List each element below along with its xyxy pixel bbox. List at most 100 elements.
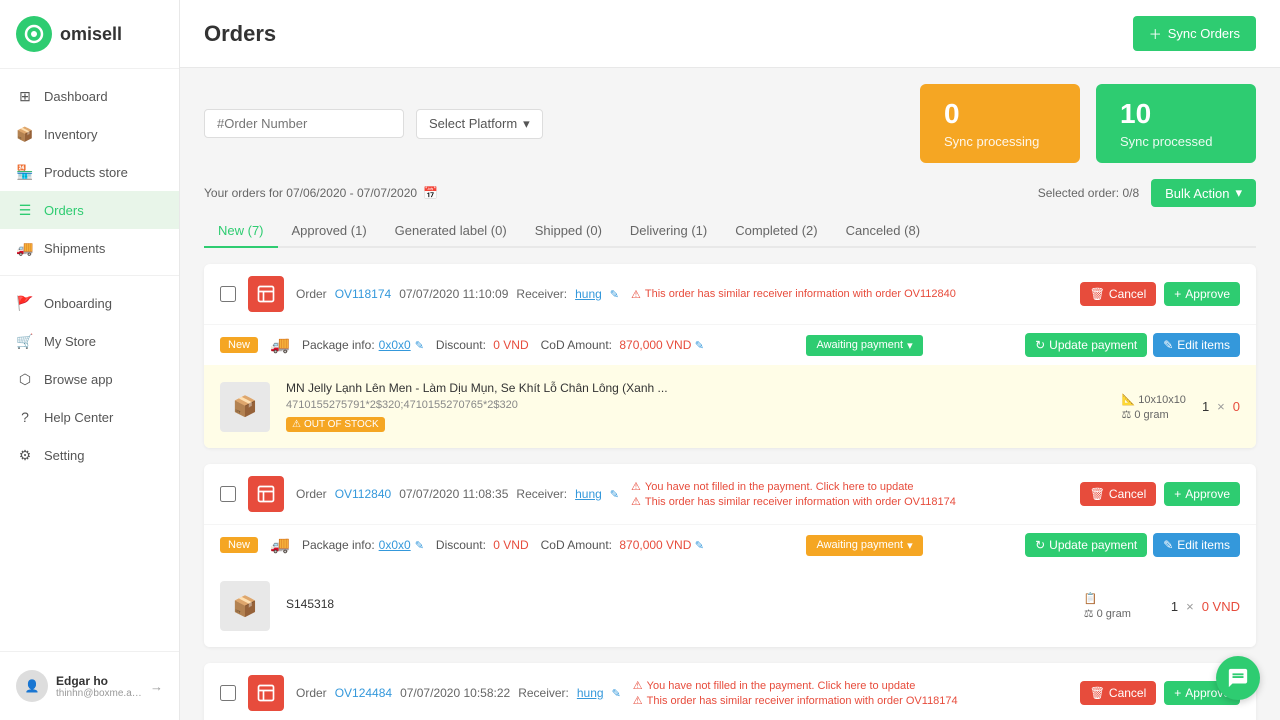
tab-new[interactable]: New (7)	[204, 215, 278, 248]
order-checkbox-2[interactable]	[220, 486, 236, 502]
package-info-link-2[interactable]: 0x0x0	[379, 538, 411, 552]
warning-icon-3b: ⚠	[633, 694, 643, 707]
sidebar-item-help-center[interactable]: ? Help Center	[0, 398, 179, 436]
package-info-link-1[interactable]: 0x0x0	[379, 338, 411, 352]
payment-badge-1[interactable]: Awaiting payment ▾	[806, 335, 922, 356]
sidebar-item-browse-app[interactable]: ⬡ Browse app	[0, 360, 179, 398]
logout-icon[interactable]: →	[150, 679, 163, 694]
user-info: Edgar ho thinhn@boxme.asia	[56, 674, 142, 699]
edit-items-button-2[interactable]: ✎ Edit items	[1153, 533, 1240, 557]
trash-icon: 🗑	[1090, 487, 1105, 501]
edit-cod-icon-1[interactable]: ✎	[695, 340, 704, 352]
plus-icon: +	[1174, 487, 1181, 501]
tab-shipped[interactable]: Shipped (0)	[521, 215, 616, 248]
order-label-1: Order	[296, 287, 327, 301]
warning-text-2b[interactable]: This order has similar receiver informat…	[645, 496, 956, 508]
tab-completed[interactable]: Completed (2)	[721, 215, 831, 248]
receiver-link-3[interactable]: hung	[577, 686, 604, 700]
warning-text-3a[interactable]: You have not filled in the payment. Clic…	[647, 680, 916, 692]
order-checkbox-1[interactable]	[220, 286, 236, 302]
edit-package-icon-1[interactable]: ✎	[415, 339, 424, 352]
cancel-button-3[interactable]: 🗑 Cancel	[1080, 681, 1157, 705]
warning-text-1[interactable]: This order has similar receiver informat…	[645, 288, 956, 300]
edit-receiver-icon-2[interactable]: ✎	[610, 488, 619, 501]
payment-badge-2[interactable]: Awaiting payment ▾	[806, 535, 922, 556]
sidebar: omisell ⊞ Dashboard 📦 Inventory 🏪 Produc…	[0, 0, 180, 720]
logo-text: omisell	[60, 24, 122, 45]
item-action-buttons-1: ↻ Update payment ✎ Edit items	[1025, 333, 1240, 357]
order-number-link-2[interactable]: OV112840	[335, 487, 392, 501]
edit-cod-icon-2[interactable]: ✎	[695, 540, 704, 552]
user-profile[interactable]: 👤 Edgar ho thinhn@boxme.asia →	[0, 660, 179, 712]
warning-item-3b: ⚠ This order has similar receiver inform…	[633, 694, 1068, 707]
stats-cards: 0 Sync processing 10 Sync processed	[920, 84, 1256, 163]
warning-item-1: ⚠ This order has similar receiver inform…	[631, 288, 1068, 301]
edit-package-icon-2[interactable]: ✎	[415, 539, 424, 552]
inventory-icon: 📦	[16, 125, 34, 143]
edit-receiver-icon-3[interactable]: ✎	[612, 687, 621, 700]
tab-delivering[interactable]: Delivering (1)	[616, 215, 721, 248]
order-header-row-1: Order OV118174 07/07/2020 11:10:09 Recei…	[204, 264, 1256, 325]
sidebar-item-my-store[interactable]: 🛒 My Store	[0, 322, 179, 360]
cancel-button-1[interactable]: 🗑 Cancel	[1080, 282, 1157, 306]
sidebar-item-inventory[interactable]: 📦 Inventory	[0, 115, 179, 153]
sidebar-item-onboarding[interactable]: 🚩 Onboarding	[0, 284, 179, 322]
warning-text-2a[interactable]: You have not filled in the payment. Clic…	[645, 481, 914, 493]
receiver-link-1[interactable]: hung	[575, 287, 602, 301]
tab-generated[interactable]: Generated label (0)	[381, 215, 521, 248]
bulk-action-button[interactable]: Bulk Action ▾	[1151, 179, 1256, 207]
chevron-down-icon: ▾	[523, 116, 530, 132]
order-number-link-1[interactable]: OV118174	[335, 287, 392, 301]
approve-button-1[interactable]: + Approve	[1164, 282, 1240, 306]
warning-item-3a: ⚠ You have not filled in the payment. Cl…	[633, 679, 1068, 692]
sidebar-item-setting[interactable]: ⚙ Setting	[0, 436, 179, 474]
approve-button-2[interactable]: + Approve	[1164, 482, 1240, 506]
logo-icon	[16, 16, 52, 52]
edit-receiver-icon-1[interactable]: ✎	[610, 288, 619, 301]
order-header-row-2: Order OV112840 07/07/2020 11:08:35 Recei…	[204, 464, 1256, 525]
qty-price-2: 0 VND	[1202, 599, 1240, 614]
order-platform-icon-2	[248, 476, 284, 512]
sidebar-item-label: Onboarding	[44, 296, 112, 311]
chat-bubble[interactable]	[1216, 656, 1260, 700]
platform-select[interactable]: Select Platform ▾	[416, 109, 543, 139]
chevron-down-icon: ▾	[907, 539, 913, 552]
sidebar-item-orders[interactable]: ☰ Orders	[0, 191, 179, 229]
order-card-2: Order OV112840 07/07/2020 11:08:35 Recei…	[204, 464, 1256, 647]
new-badge-2: New	[220, 537, 258, 553]
product-row-1: 📦 MN Jelly Lạnh Lên Men - Làm Dịu Mụn, S…	[204, 365, 1256, 448]
sidebar-item-shipments[interactable]: 🚚 Shipments	[0, 229, 179, 267]
dashboard-icon: ⊞	[16, 87, 34, 105]
sync-orders-button[interactable]: ＋ Sync Orders	[1133, 16, 1256, 51]
update-payment-button-2[interactable]: ↻ Update payment	[1025, 533, 1147, 557]
product-image-2: 📦	[220, 581, 270, 631]
order-action-buttons-3: 🗑 Cancel + Approve	[1080, 681, 1240, 705]
receiver-link-2[interactable]: hung	[575, 487, 602, 501]
page-title: Orders	[204, 21, 276, 47]
product-sku-1: 4710155275791*2$320;4710155270765*2$320	[286, 399, 1105, 411]
sidebar-item-dashboard[interactable]: ⊞ Dashboard	[0, 77, 179, 115]
update-payment-button-1[interactable]: ↻ Update payment	[1025, 333, 1147, 357]
plus-icon: ＋	[1149, 24, 1162, 43]
package-icon-1: 🚚	[270, 335, 290, 355]
package-row-2: New 🚚 Package info: 0x0x0 ✎ Discount: 0 …	[204, 525, 1256, 565]
product-name-1: MN Jelly Lạnh Lên Men - Làm Dịu Mụn, Se …	[286, 381, 1105, 395]
qty-value-1: 1	[1202, 399, 1209, 414]
warning-text-3b[interactable]: This order has similar receiver informat…	[647, 695, 958, 707]
sync-button-label: Sync Orders	[1168, 26, 1240, 41]
sidebar-item-products-store[interactable]: 🏪 Products store	[0, 153, 179, 191]
flag-icon: 🚩	[16, 294, 34, 312]
orders-icon: ☰	[16, 201, 34, 219]
order-action-buttons-1: 🗑 Cancel + Approve	[1080, 282, 1240, 306]
order-number-input[interactable]	[204, 109, 404, 138]
gear-icon: ⚙	[16, 446, 34, 464]
edit-items-button-1[interactable]: ✎ Edit items	[1153, 333, 1240, 357]
order-checkbox-3[interactable]	[220, 685, 236, 701]
tab-canceled[interactable]: Canceled (8)	[832, 215, 934, 248]
copy-icon-2: 📋	[1084, 592, 1131, 605]
tab-approved[interactable]: Approved (1)	[278, 215, 381, 248]
cod-amount-1: 870,000 VND	[619, 338, 691, 352]
cancel-button-2[interactable]: 🗑 Cancel	[1080, 482, 1157, 506]
order-action-buttons-2: 🗑 Cancel + Approve	[1080, 482, 1240, 506]
order-number-link-3[interactable]: OV124484	[335, 686, 392, 700]
